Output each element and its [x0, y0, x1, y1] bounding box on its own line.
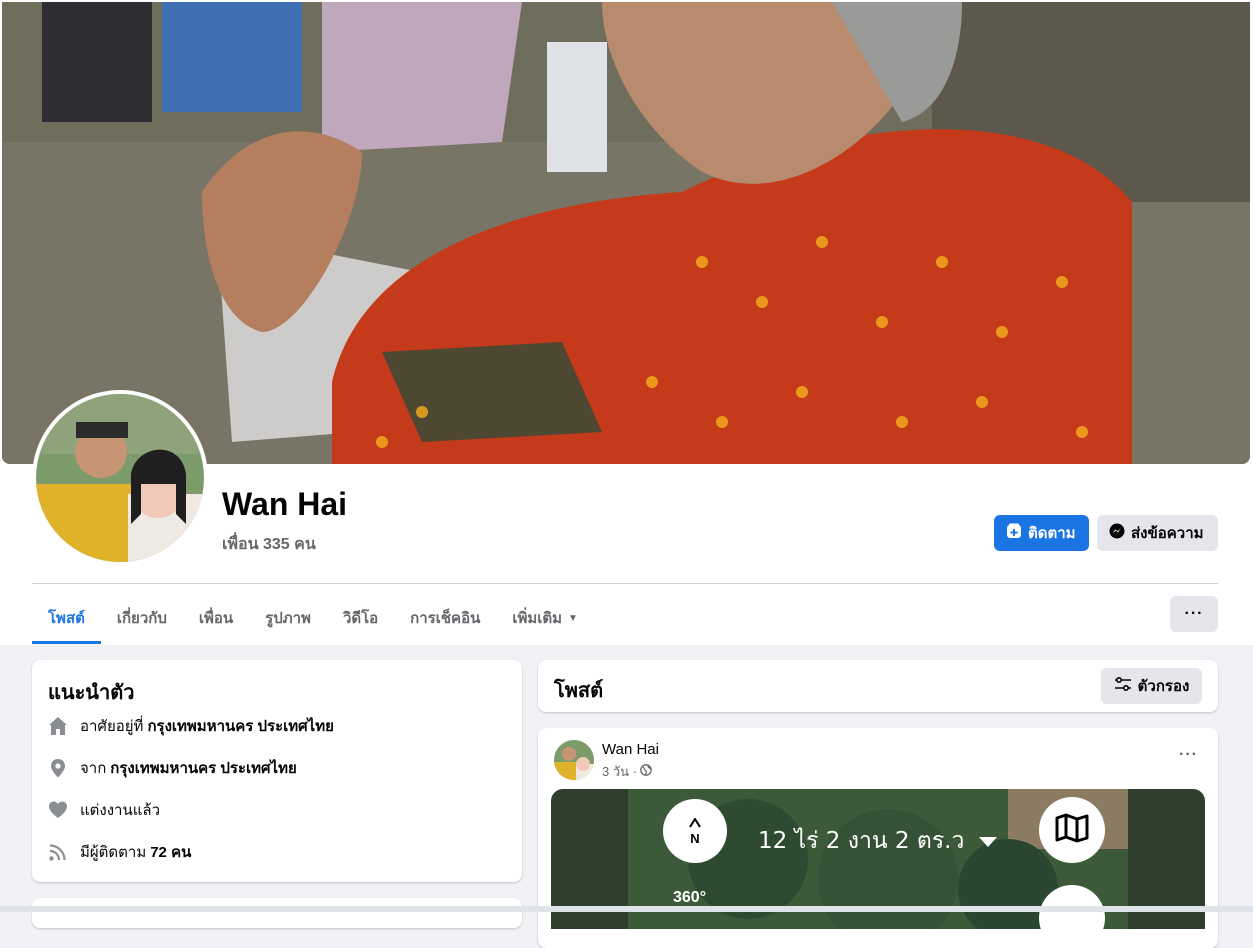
post-author-avatar[interactable]: [554, 740, 594, 780]
followers-value[interactable]: 72 คน: [150, 840, 191, 864]
tab-label: รูปภาพ: [265, 610, 311, 627]
tab-videos[interactable]: วิดีโอ: [327, 594, 394, 642]
relationship-text: แต่งงานแล้ว: [80, 802, 161, 819]
follow-icon: [1006, 523, 1022, 543]
tab-more[interactable]: เพิ่มเติม ▼: [496, 594, 594, 642]
avatar: [36, 394, 204, 562]
globe-icon: [640, 764, 652, 779]
profile-avatar[interactable]: [32, 390, 208, 566]
profile-tabs: โพสต์ เกี่ยวกับ เพื่อน รูปภาพ วิดีโอ การ…: [32, 594, 594, 644]
friends-count[interactable]: เพื่อน 335 คน: [222, 532, 316, 557]
profile-name: Wan Hai: [222, 486, 348, 522]
location-pin-icon: [48, 758, 68, 778]
map-icon: [1055, 813, 1089, 848]
area-dropdown-icon[interactable]: [979, 837, 997, 847]
tab-posts[interactable]: โพสต์: [32, 594, 101, 644]
area-label: 12 ไร่ 2 งาน 2 ตร.ว: [758, 828, 965, 854]
intro-relationship: แต่งงานแล้ว: [48, 798, 160, 822]
message-button[interactable]: ส่งข้อความ: [1097, 515, 1218, 551]
posts-header-card: โพสต์ ตัวกรอง: [538, 660, 1218, 712]
followers-prefix: มีผู้ติดตาม: [80, 844, 147, 861]
compass-button[interactable]: N: [663, 799, 727, 863]
from-prefix: จาก: [80, 760, 107, 777]
follow-button[interactable]: ติดตาม: [994, 515, 1089, 551]
lives-value[interactable]: กรุงเทพมหานคร ประเทศไทย: [147, 714, 333, 738]
intro-from: จาก กรุงเทพมหานคร ประเทศไทย: [48, 756, 297, 780]
post-options-button[interactable]: ···: [1179, 746, 1198, 764]
tab-label: เพิ่มเติม: [512, 610, 563, 627]
filter-sliders-icon: [1114, 676, 1132, 696]
profile-more-options-button[interactable]: ···: [1170, 596, 1218, 632]
intro-card: แนะนำตัว อาศัยอยู่ที่ กรุงเทพมหานคร ประเ…: [32, 660, 522, 882]
tab-about[interactable]: เกี่ยวกับ: [101, 594, 183, 642]
next-sidebar-card: [32, 898, 522, 928]
intro-title: แนะนำตัว: [48, 682, 135, 704]
message-label: ส่งข้อความ: [1131, 525, 1204, 542]
tab-checkins[interactable]: การเช็คอิน: [394, 594, 496, 642]
tab-friends[interactable]: เพื่อน: [183, 594, 249, 642]
tab-label: เพื่อน: [198, 610, 234, 627]
compass-arrow-icon: [689, 816, 701, 831]
messenger-icon: [1109, 523, 1125, 543]
view-360-label: 360°: [673, 889, 707, 906]
bottom-scroll-edge: [0, 906, 1253, 912]
map-view-button[interactable]: [1039, 797, 1105, 863]
post-meta: 3 วัน ·: [602, 761, 652, 782]
header-divider: [32, 583, 1218, 584]
tab-label: เกี่ยวกับ: [116, 610, 167, 627]
heart-icon: [48, 800, 68, 820]
rss-followers-icon: [48, 842, 68, 862]
filter-button[interactable]: ตัวกรอง: [1101, 668, 1202, 704]
tab-label: วิดีโอ: [342, 610, 379, 627]
from-value[interactable]: กรุงเทพมหานคร ประเทศไทย: [110, 756, 296, 780]
tab-label: โพสต์: [48, 610, 85, 627]
compass-letter: N: [690, 831, 700, 846]
post-time[interactable]: 3 วัน ·: [602, 761, 637, 782]
posts-title: โพสต์: [554, 680, 604, 702]
home-icon: [48, 716, 68, 736]
tab-label: การเช็คอิน: [410, 610, 481, 627]
post-author-name[interactable]: Wan Hai: [602, 741, 659, 758]
post-card: Wan Hai 3 วัน · ··· N 12 ไร่ 2 งาน 2 ตร.…: [538, 728, 1218, 948]
cover-photo[interactable]: [2, 2, 1250, 464]
profile-header: Wan Hai เพื่อน 335 คน ติดตาม ส่งข้อความ …: [0, 0, 1253, 645]
cover-photo-image: [2, 2, 1250, 464]
intro-followers: มีผู้ติดตาม 72 คน: [48, 840, 191, 864]
intro-lives-in: อาศัยอยู่ที่ กรุงเทพมหานคร ประเทศไทย: [48, 714, 334, 738]
lives-prefix: อาศัยอยู่ที่: [80, 718, 144, 735]
filter-label: ตัวกรอง: [1137, 678, 1190, 695]
caret-down-icon: ▼: [568, 612, 578, 624]
tab-photos[interactable]: รูปภาพ: [249, 594, 327, 642]
follow-label: ติดตาม: [1028, 525, 1076, 542]
